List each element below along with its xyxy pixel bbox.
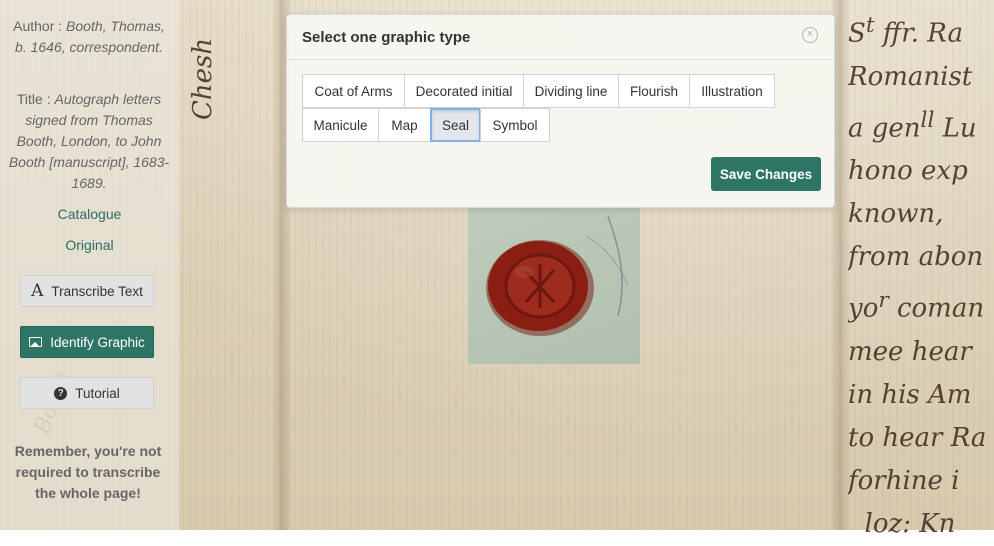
type-map[interactable]: Map	[378, 108, 431, 142]
reminder-text: Remember, you're not required to transcr…	[14, 443, 162, 501]
modal-header: Select one graphic type ×	[287, 15, 834, 60]
letter-a-icon: A	[31, 281, 44, 301]
transcribe-text-label: Transcribe Text	[51, 283, 143, 299]
transcribe-text-button[interactable]: A Transcribe Text	[20, 275, 154, 307]
tutorial-label: Tutorial	[75, 385, 120, 401]
type-coat-of-arms[interactable]: Coat of Arms	[302, 74, 405, 108]
type-manicule[interactable]: Manicule	[302, 108, 379, 142]
type-flourish[interactable]: Flourish	[618, 74, 690, 108]
manuscript-handwriting: St ffr. Ra Romanist a genll Lu hono exp know…	[848, 13, 987, 539]
manuscript-handwriting: Chesh	[188, 37, 218, 120]
save-changes-button[interactable]: Save Changes	[711, 157, 821, 191]
seal-image-region[interactable]	[468, 206, 640, 364]
type-seal[interactable]: Seal	[430, 108, 481, 142]
type-dividing-line[interactable]: Dividing line	[523, 74, 619, 108]
close-circle-icon[interactable]: ×	[802, 27, 818, 43]
graphic-type-modal: Select one graphic type × Coat of Arms D…	[286, 14, 835, 208]
author-info: Author : Booth, Thomas, b. 1646, corresp…	[8, 16, 170, 58]
tutorial-button[interactable]: ? Tutorial	[20, 377, 154, 409]
wax-seal-image	[486, 215, 629, 336]
modal-title: Select one graphic type	[302, 29, 471, 46]
type-decorated-initial[interactable]: Decorated initial	[404, 74, 524, 108]
image-icon	[29, 337, 43, 347]
author-label: Author :	[13, 18, 67, 34]
title-label: Title :	[16, 91, 55, 107]
title-info: Title : Autograph letters signed from Th…	[8, 89, 170, 194]
type-symbol[interactable]: Symbol	[480, 108, 550, 142]
catalogue-link[interactable]: Catalogue	[0, 206, 179, 222]
sidebar: Author : Booth, Thomas, b. 1646, corresp…	[0, 0, 179, 530]
identify-graphic-label: Identify Graphic	[50, 334, 145, 350]
question-circle-icon: ?	[54, 386, 68, 400]
identify-graphic-button[interactable]: Identify Graphic	[20, 326, 154, 358]
original-link[interactable]: Original	[0, 237, 179, 253]
type-illustration[interactable]: Illustration	[689, 74, 775, 108]
